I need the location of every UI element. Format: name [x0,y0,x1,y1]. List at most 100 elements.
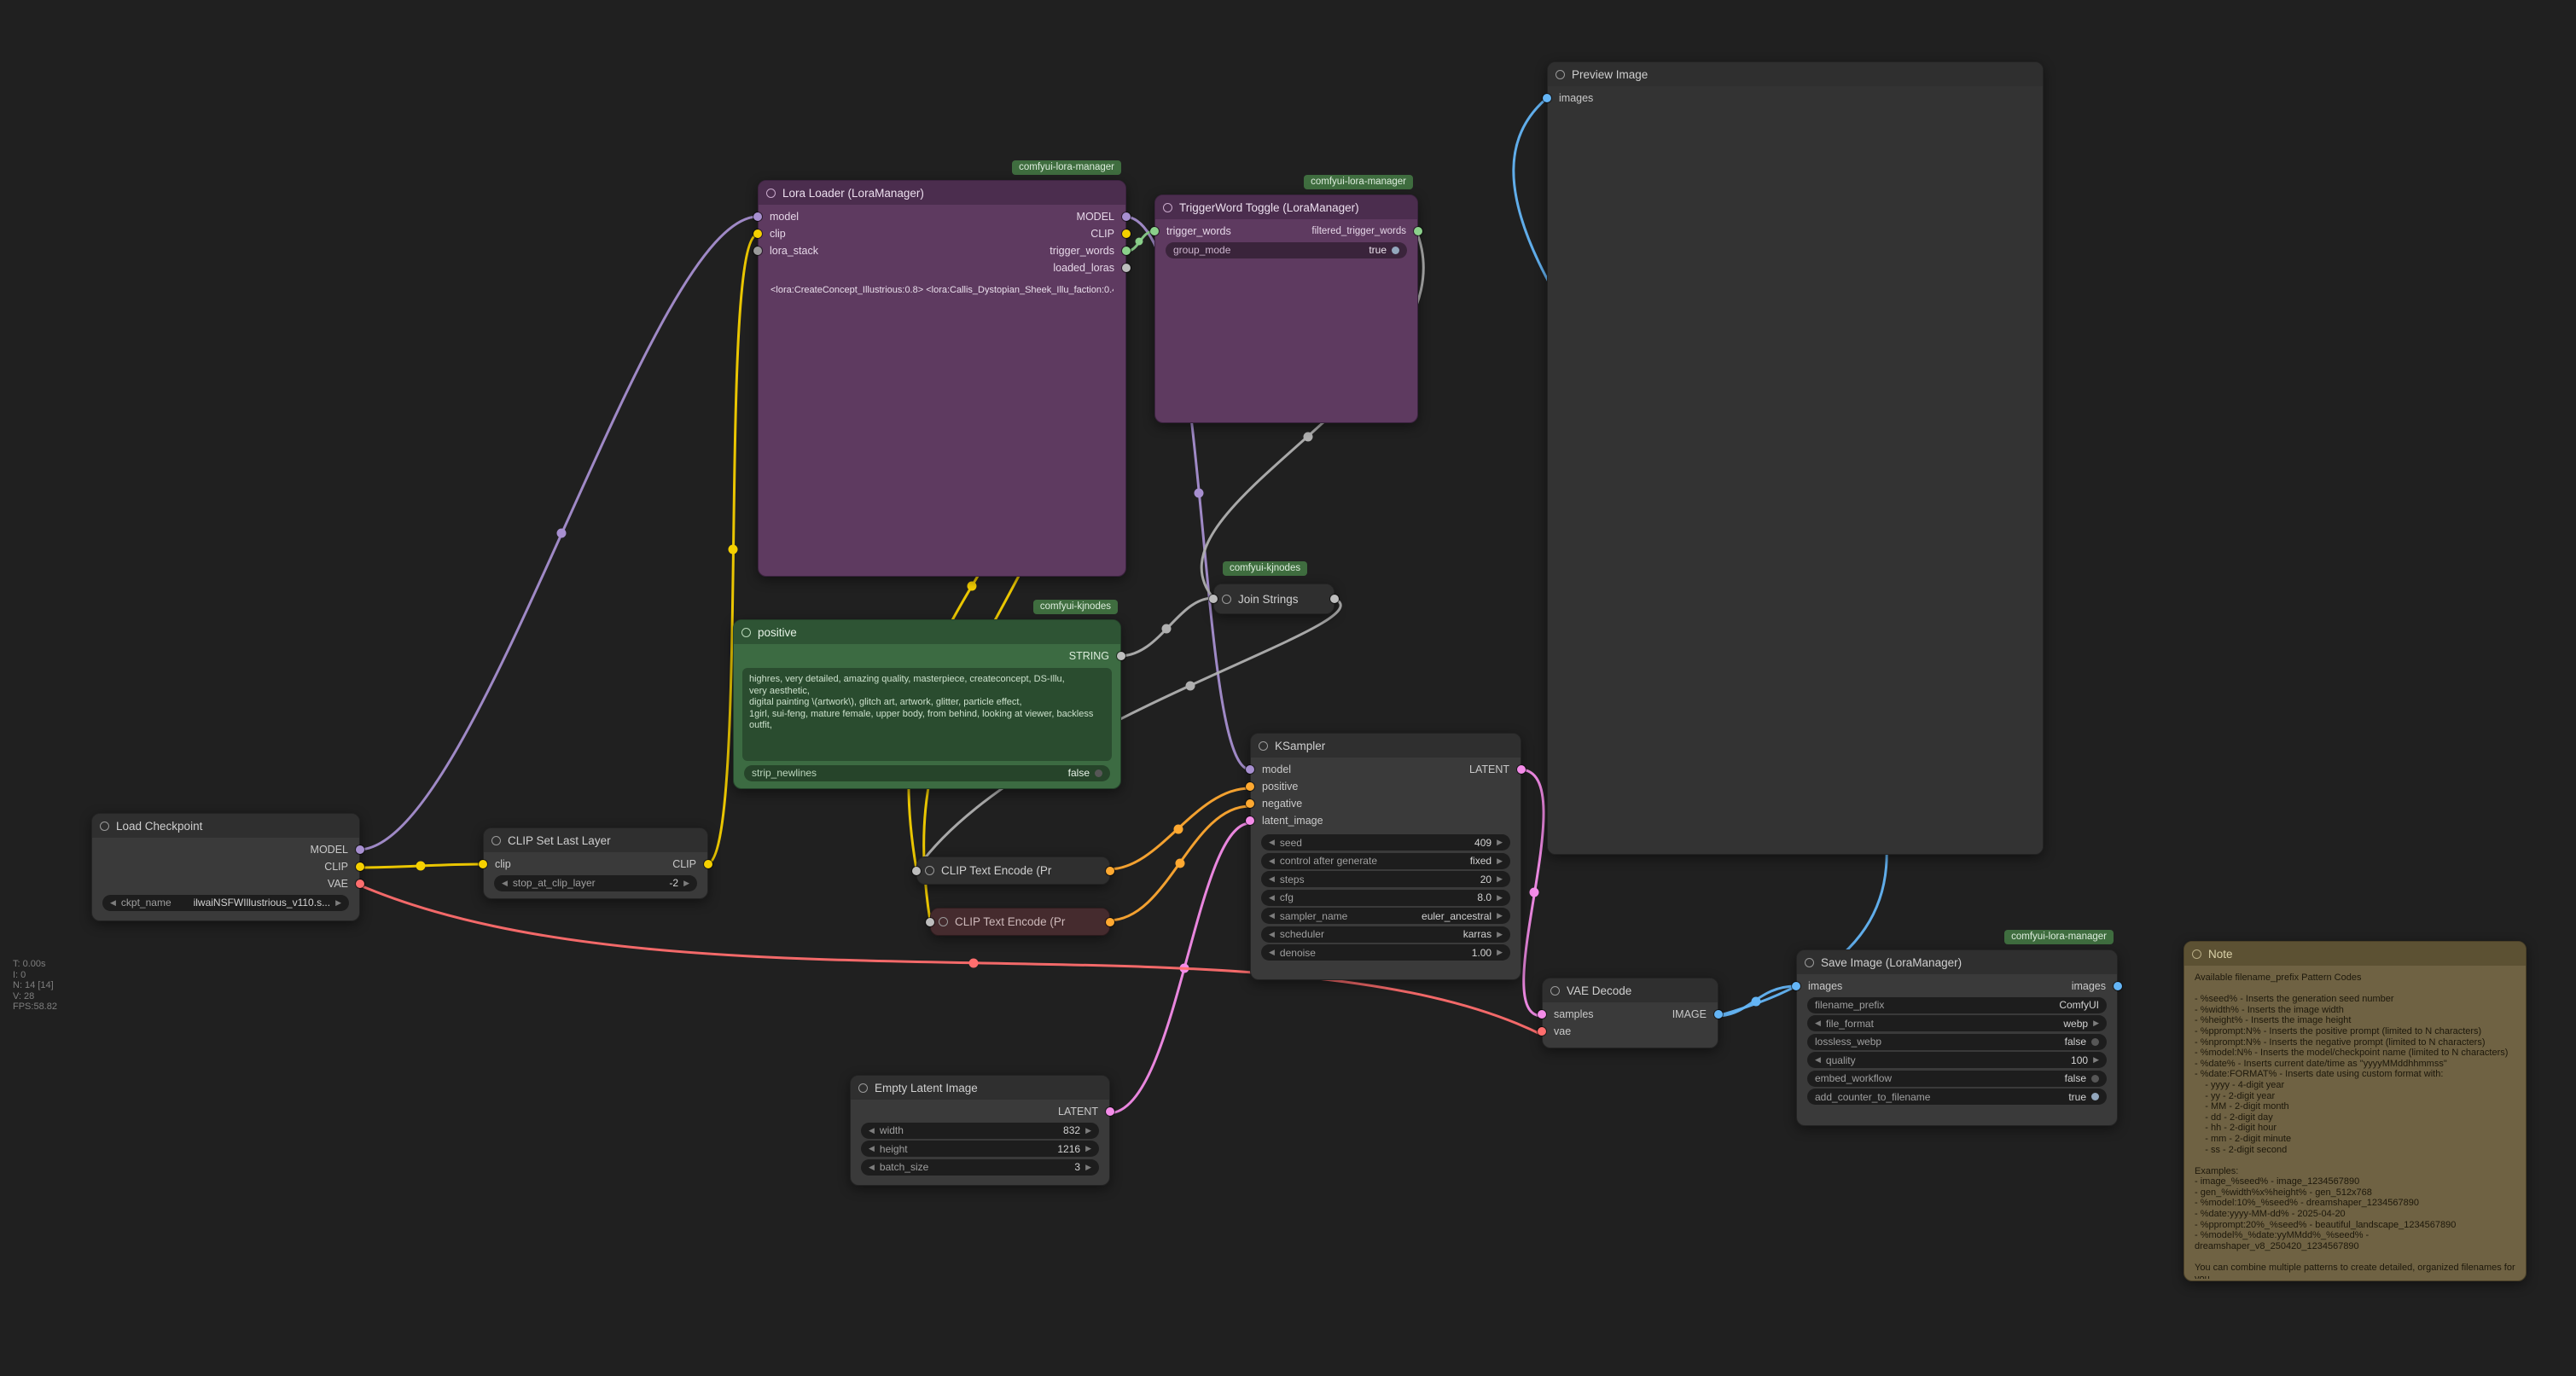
input-port-samples[interactable] [1538,1010,1546,1019]
decrement-arrow-icon[interactable] [1269,894,1275,902]
decrement-arrow-icon[interactable] [869,1145,875,1152]
decrement-arrow-icon[interactable] [869,1164,875,1171]
node-header[interactable]: Load Checkpoint [92,814,359,838]
output-port-vae[interactable] [356,880,364,888]
seed-widget[interactable]: seed 409 [1261,834,1510,851]
control-after-generate-widget[interactable]: control after generate fixed [1261,853,1510,869]
input-port-vae[interactable] [1538,1027,1546,1036]
input-port-model[interactable] [753,212,762,221]
decrement-arrow-icon[interactable] [1269,857,1275,865]
node-header[interactable]: Empty Latent Image [851,1076,1109,1100]
output-port-filtered-trigger-words[interactable] [1414,227,1422,235]
input-port-latent-image[interactable] [1246,816,1254,825]
node-empty-latent-image[interactable]: Empty Latent Image LATENT width 832 heig… [850,1075,1110,1186]
width-widget[interactable]: width 832 [861,1123,1099,1139]
increment-arrow-icon[interactable] [1497,875,1503,883]
increment-arrow-icon[interactable] [1497,894,1503,902]
output-port-latent[interactable] [1106,1107,1114,1116]
output-port-images[interactable] [2114,982,2122,990]
node-positive-prompt[interactable]: positive STRING highres, very detailed, … [733,619,1121,789]
collapse-toggle-icon[interactable] [925,866,934,875]
collapse-toggle-icon[interactable] [2192,949,2201,959]
filename-prefix-widget[interactable]: filename_prefix ComfyUI [1807,997,2107,1013]
collapse-toggle-icon[interactable] [766,189,776,198]
increment-arrow-icon[interactable] [1497,931,1503,938]
group-mode-toggle[interactable]: group_mode true [1166,242,1407,258]
input-port-negative[interactable] [1246,799,1254,808]
file-format-widget[interactable]: file_format webp [1807,1015,2107,1031]
input-port-strings[interactable] [1214,595,1218,603]
output-port-clip[interactable] [1122,229,1131,238]
node-clip-text-encode-negative[interactable]: CLIP Text Encode (Pr [930,908,1110,936]
node-clip-set-last-layer[interactable]: CLIP Set Last Layer clip CLIP stop_at_cl… [483,827,708,899]
lora-selection-text[interactable]: <lora:CreateConcept_Illustrious:0.8> <lo… [770,285,1114,295]
decrement-arrow-icon[interactable] [1815,1019,1821,1027]
strip-newlines-toggle[interactable]: strip_newlines false [744,765,1110,781]
input-port-collapsed[interactable] [931,918,934,926]
input-port-images[interactable] [1543,94,1551,102]
decrement-arrow-icon[interactable] [502,880,508,887]
output-port-model[interactable] [1122,212,1131,221]
decrement-arrow-icon[interactable] [110,899,116,907]
node-header[interactable]: TriggerWord Toggle (LoraManager) [1155,195,1417,219]
comfyui-canvas[interactable]: { "stats": {"lines": ["T: 0.00s", "I: 0"… [0,0,2576,1376]
input-port-lora-stack[interactable] [753,247,762,255]
output-port-model[interactable] [356,845,364,854]
cfg-widget[interactable]: cfg 8.0 [1261,890,1510,906]
increment-arrow-icon[interactable] [2093,1056,2099,1064]
node-header[interactable]: positive [734,620,1120,644]
decrement-arrow-icon[interactable] [869,1127,875,1135]
collapse-toggle-icon[interactable] [100,822,109,831]
denoise-widget[interactable]: denoise 1.00 [1261,944,1510,961]
node-lora-loader[interactable]: Lora Loader (LoraManager) model MODEL cl… [758,180,1126,577]
embed-workflow-toggle[interactable]: embed_workflow false [1807,1071,2107,1087]
collapse-toggle-icon[interactable] [1222,595,1231,604]
increment-arrow-icon[interactable] [1085,1145,1091,1152]
collapse-toggle-icon[interactable] [491,836,501,845]
batch-size-widget[interactable]: batch_size 3 [861,1159,1099,1176]
input-port-positive[interactable] [1246,782,1254,791]
decrement-arrow-icon[interactable] [1269,839,1275,846]
output-port-latent[interactable] [1517,765,1526,774]
decrement-arrow-icon[interactable] [1269,875,1275,883]
note-text[interactable]: Available filename_prefix Pattern Codes … [2184,966,2526,1279]
node-load-checkpoint[interactable]: Load Checkpoint MODEL CLIP VAE ckpt_name… [91,813,360,921]
quality-widget[interactable]: quality 100 [1807,1052,2107,1068]
node-header[interactable]: CLIP Set Last Layer [484,828,707,852]
node-header[interactable]: KSampler [1251,734,1521,758]
output-port-string[interactable] [1117,652,1125,660]
input-port-model[interactable] [1246,765,1254,774]
collapse-toggle-icon[interactable] [1555,70,1565,79]
node-header[interactable]: Lora Loader (LoraManager) [759,181,1125,205]
node-join-strings[interactable]: Join Strings [1213,583,1335,614]
increment-arrow-icon[interactable] [1085,1127,1091,1135]
node-header[interactable]: Save Image (LoraManager) [1797,950,2117,974]
steps-widget[interactable]: steps 20 [1261,871,1510,887]
node-triggerword-toggle[interactable]: TriggerWord Toggle (LoraManager) trigger… [1154,194,1418,423]
scheduler-widget[interactable]: scheduler karras [1261,926,1510,943]
input-port-clip[interactable] [753,229,762,238]
output-port-conditioning[interactable] [1106,918,1109,926]
lossless-webp-toggle[interactable]: lossless_webp false [1807,1034,2107,1050]
output-port-clip[interactable] [704,860,712,868]
collapse-toggle-icon[interactable] [1550,986,1560,996]
increment-arrow-icon[interactable] [335,899,341,907]
input-port-images[interactable] [1792,982,1800,990]
increment-arrow-icon[interactable] [683,880,689,887]
increment-arrow-icon[interactable] [1497,912,1503,920]
collapse-toggle-icon[interactable] [741,628,751,637]
increment-arrow-icon[interactable] [1497,857,1503,865]
increment-arrow-icon[interactable] [1497,839,1503,846]
decrement-arrow-icon[interactable] [1269,949,1275,956]
node-header[interactable]: VAE Decode [1543,978,1718,1002]
output-port-string[interactable] [1330,595,1334,603]
increment-arrow-icon[interactable] [1085,1164,1091,1171]
input-port-trigger-words[interactable] [1150,227,1159,235]
collapse-toggle-icon[interactable] [858,1083,868,1093]
node-clip-text-encode-positive[interactable]: CLIP Text Encode (Pr [916,856,1110,885]
decrement-arrow-icon[interactable] [1815,1056,1821,1064]
add-counter-to-filename-toggle[interactable]: add_counter_to_filename true [1807,1089,2107,1105]
stop-at-clip-layer-widget[interactable]: stop_at_clip_layer -2 [494,875,697,891]
ckpt-name-combo[interactable]: ckpt_name ilwaiNSFWIllustrious_v110.s... [102,895,349,911]
output-port-conditioning[interactable] [1106,867,1109,875]
